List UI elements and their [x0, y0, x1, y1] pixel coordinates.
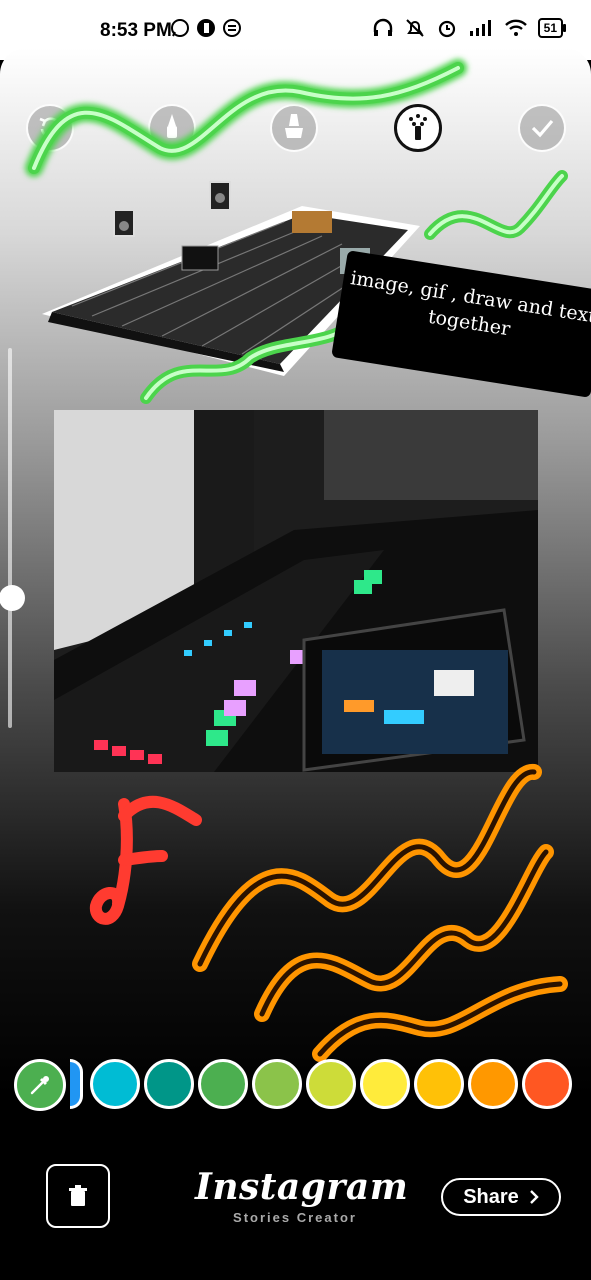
red-marker-stroke[interactable] [89, 795, 202, 925]
share-label: Share [463, 1185, 519, 1208]
headphones-icon [373, 18, 392, 36]
neon-tool-button[interactable] [394, 104, 442, 152]
done-button[interactable] [518, 104, 566, 152]
brush-size-slider[interactable] [8, 348, 12, 728]
app-branding: Instagram Stories Creator [195, 1166, 409, 1225]
console-photo[interactable] [54, 410, 538, 772]
color-swatch[interactable] [90, 1059, 140, 1109]
highlighter-icon [285, 114, 303, 138]
wifi-icon [504, 19, 527, 36]
green-neon-stroke[interactable] [25, 59, 467, 177]
undo-icon [39, 117, 62, 139]
color-swatch[interactable] [360, 1059, 410, 1109]
eyedropper-icon [30, 1076, 49, 1095]
signal-icon [469, 20, 491, 36]
brand-title: Instagram [195, 1166, 409, 1208]
undo-button[interactable] [26, 104, 74, 152]
color-swatch[interactable] [414, 1059, 464, 1109]
color-swatch[interactable] [468, 1059, 518, 1109]
sync-icon [223, 19, 241, 37]
color-swatch[interactable] [144, 1059, 194, 1109]
brand-subtitle: Stories Creator [233, 1210, 357, 1225]
brush-size-thumb[interactable] [0, 585, 25, 611]
app-icon [197, 19, 215, 37]
whatsapp-icon [171, 19, 189, 37]
text-sticker-content: image, gif , draw and text together [348, 267, 591, 341]
orange-neon-stroke[interactable] [192, 764, 568, 1062]
status-time: 8:53 PM [100, 20, 172, 41]
color-swatch[interactable] [198, 1059, 248, 1109]
eyedropper-button[interactable] [14, 1059, 66, 1111]
story-canvas[interactable]: image, gif , draw and text together Inst… [0, 48, 591, 1280]
console-photo-image [54, 410, 538, 772]
mute-icon [405, 19, 424, 37]
delete-button[interactable] [46, 1164, 110, 1228]
marker-tool-button[interactable] [148, 104, 196, 152]
trash-icon [69, 1185, 87, 1206]
color-swatch[interactable] [306, 1059, 356, 1109]
battery-icon: 51 [537, 18, 567, 38]
color-swatch[interactable] [522, 1059, 572, 1109]
alarm-icon [438, 20, 455, 38]
color-swatch[interactable] [252, 1059, 302, 1109]
color-swatch-partial[interactable] [70, 1059, 83, 1109]
neon-brush-icon [409, 114, 427, 140]
color-palette [14, 1059, 591, 1111]
green-neon-stroke[interactable] [424, 170, 568, 240]
done-icon [531, 119, 554, 138]
share-button[interactable]: Share [441, 1178, 561, 1216]
chevron-right-icon [529, 1190, 539, 1204]
highlighter-tool-button[interactable] [270, 104, 318, 152]
marker-icon [167, 114, 177, 138]
